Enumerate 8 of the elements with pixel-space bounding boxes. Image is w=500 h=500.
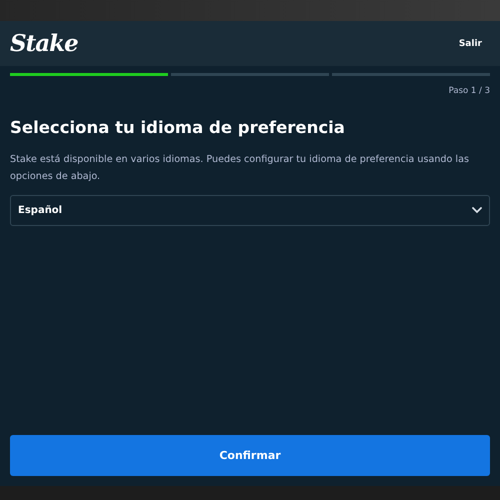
description-text: Stake está disponible en varios idiomas. Puedes configurar tu idioma de preferencia usando las opciones de abajo. (10, 153, 470, 184)
language-dropdown[interactable]: Español (10, 195, 490, 226)
page-title: Selecciona tu idioma de preferencia (10, 118, 346, 137)
confirm-button[interactable]: Confirmar (10, 435, 490, 476)
chevron-down-icon (472, 207, 482, 214)
logo[interactable]: Stake (10, 30, 78, 57)
exit-link[interactable]: Salir (458, 38, 482, 48)
step-counter: Paso 1 / 3 (448, 86, 490, 96)
